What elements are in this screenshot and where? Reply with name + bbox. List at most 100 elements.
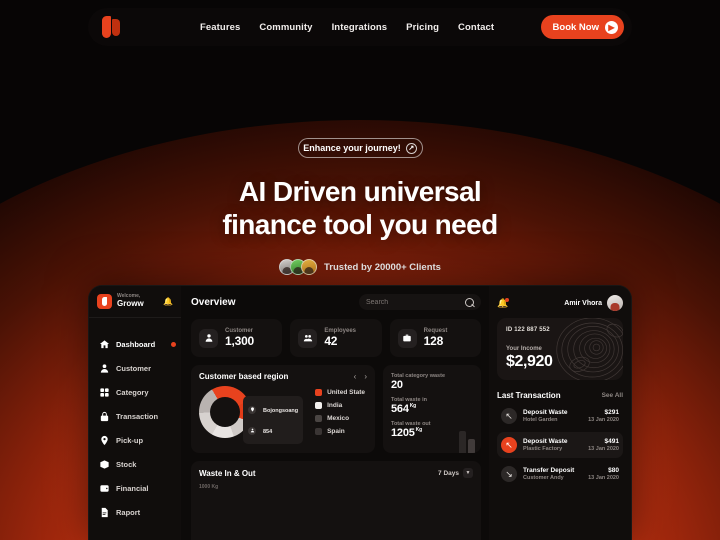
customer-region-card: Customer based region ‹ › Bojongsoang 85… [191, 365, 375, 453]
user-icon [199, 328, 218, 348]
waste-summary-card: Total category waste 20 Total waste in 5… [383, 365, 481, 453]
briefcase-icon [397, 328, 417, 348]
search-box[interactable] [359, 294, 481, 310]
stat-value: 42 [324, 334, 338, 348]
lock-icon [99, 411, 110, 422]
nav-link-community[interactable]: Community [259, 22, 312, 33]
waste-value: 564Kg [391, 403, 473, 415]
nav-link-integrations[interactable]: Integrations [332, 22, 388, 33]
headline-line-2: finance tool you need [222, 209, 498, 241]
stat-card-employees[interactable]: Employees 42 [290, 319, 382, 357]
sidebar-item-label: Customer [116, 363, 152, 373]
waste-number: 564 [391, 403, 409, 415]
headline-line-1: AI Driven universal [238, 176, 482, 207]
transaction-amount: $291 [604, 409, 619, 416]
sidebar-item-pickup[interactable]: Pick-up [89, 428, 181, 452]
legend-swatch [315, 415, 323, 422]
overview-title: Overview [191, 296, 236, 308]
user-icon [99, 363, 110, 374]
sidebar-item-financial[interactable]: Financial [89, 476, 181, 500]
waste-unit: Kg [409, 403, 417, 410]
avatar[interactable] [607, 295, 623, 311]
brand-logo-icon [97, 294, 112, 309]
sidebar-nav: Dashboard Customer Category Transaction [89, 318, 181, 524]
range-selector[interactable]: 7 Days ▼ [438, 468, 473, 478]
mini-bar-decoration [459, 431, 475, 453]
leaf-logo-icon[interactable] [102, 16, 122, 38]
nav-link-contact[interactable]: Contact [458, 22, 494, 33]
legend-label: Spain [327, 428, 345, 435]
stat-value: 128 [423, 334, 444, 348]
waste-chart-title: Waste In & Out [199, 468, 256, 478]
sidebar-item-label: Transaction [116, 411, 159, 421]
transaction-row[interactable]: ↖ Deposit Waste Plastic Factory $491 13 … [497, 432, 623, 458]
legend-item[interactable]: India [315, 402, 365, 409]
sidebar-item-label: Pick-up [116, 435, 144, 445]
grid-icon [99, 387, 110, 398]
brand-name: Groww [117, 298, 144, 308]
avatar [301, 259, 318, 276]
legend-swatch [315, 402, 323, 409]
tooltip-place: Bojongsoang [263, 408, 299, 414]
sidebar-item-category[interactable]: Category [89, 380, 181, 404]
chart-axis-label: 1000 Kg [199, 484, 219, 490]
page-title: AI Driven universal finance tool you nee… [0, 175, 720, 241]
legend-item[interactable]: Mexico [315, 415, 365, 422]
nav-links: Features Community Integrations Pricing … [200, 22, 494, 33]
dashboard-main: Overview Customer 1,300 Emp [181, 286, 489, 540]
legend-swatch [315, 389, 323, 396]
active-indicator-dot [171, 341, 176, 347]
transaction-date: 13 Jan 2020 [588, 446, 619, 452]
avatar-group [279, 259, 318, 276]
nav-link-pricing[interactable]: Pricing [406, 22, 439, 33]
transaction-row[interactable]: ↖ Deposit Waste Hotel Garden $291 13 Jan… [497, 403, 623, 429]
sidebar-item-transaction[interactable]: Transaction [89, 404, 181, 428]
trusted-by-label: Trusted by 20000+ Clients [324, 261, 441, 273]
transaction-date: 13 Jan 2020 [588, 417, 619, 423]
dashboard-sidebar: Welcome, Groww 🔔 Dashboard Customer Cate… [89, 286, 181, 540]
topographic-decoration [556, 318, 623, 380]
legend-item[interactable]: United State [315, 389, 365, 396]
region-legend: United State India Mexico Spain [315, 389, 367, 435]
pill-label: Enhance your journey! [303, 143, 401, 153]
region-card-title: Customer based region [199, 372, 289, 381]
search-input[interactable] [366, 298, 465, 306]
sidebar-item-dashboard[interactable]: Dashboard [89, 332, 181, 356]
stat-card-customer[interactable]: Customer 1,300 [191, 319, 283, 357]
book-now-button[interactable]: Book Now ▶ [540, 15, 624, 39]
top-navbar: Features Community Integrations Pricing … [88, 8, 632, 46]
stat-cards: Customer 1,300 Employees 42 Request 128 [191, 319, 481, 357]
sidebar-item-label: Financial [116, 483, 149, 493]
chevron-left-icon[interactable]: ‹ [354, 372, 357, 381]
legend-item[interactable]: Spain [315, 428, 365, 435]
dashboard-row-2: Customer based region ‹ › Bojongsoang 85… [191, 365, 481, 453]
arrow-up-left-icon: ↖ [501, 408, 517, 424]
arrow-down-right-icon: ↘ [501, 466, 517, 482]
waste-value: 20 [391, 379, 473, 391]
user-name: Amir Vhora [564, 299, 602, 307]
play-circle-icon: ▶ [605, 20, 618, 34]
sidebar-item-customer[interactable]: Customer [89, 356, 181, 380]
legend-swatch [315, 428, 323, 435]
enhance-journey-pill[interactable]: Enhance your journey! ↗ [297, 138, 423, 158]
box-icon [99, 459, 110, 470]
transaction-date: 13 Jan 2020 [588, 475, 619, 481]
sidebar-item-raport[interactable]: Raport [89, 500, 181, 524]
sidebar-item-stock[interactable]: Stock [89, 452, 181, 476]
chevron-right-icon[interactable]: › [364, 372, 367, 381]
user-icon [248, 426, 256, 435]
transaction-row[interactable]: ↘ Transfer Deposit Customer Andy $80 13 … [497, 461, 623, 487]
transaction-name: Transfer Deposit [523, 467, 575, 474]
page-root: Features Community Integrations Pricing … [0, 0, 720, 540]
dashboard-preview: Welcome, Groww 🔔 Dashboard Customer Cate… [88, 285, 632, 540]
stat-card-request[interactable]: Request 128 [389, 319, 481, 357]
bell-icon[interactable]: 🔔 [163, 297, 173, 306]
transaction-amount: $80 [608, 467, 619, 474]
nav-link-features[interactable]: Features [200, 22, 240, 33]
see-all-link[interactable]: See All [602, 392, 623, 399]
bell-icon[interactable]: 🔔 [497, 297, 509, 309]
map-pin-icon [248, 405, 256, 414]
waste-number: 20 [391, 379, 403, 391]
arrow-up-right-icon: ↗ [405, 142, 417, 154]
main-header: Overview [191, 294, 481, 310]
